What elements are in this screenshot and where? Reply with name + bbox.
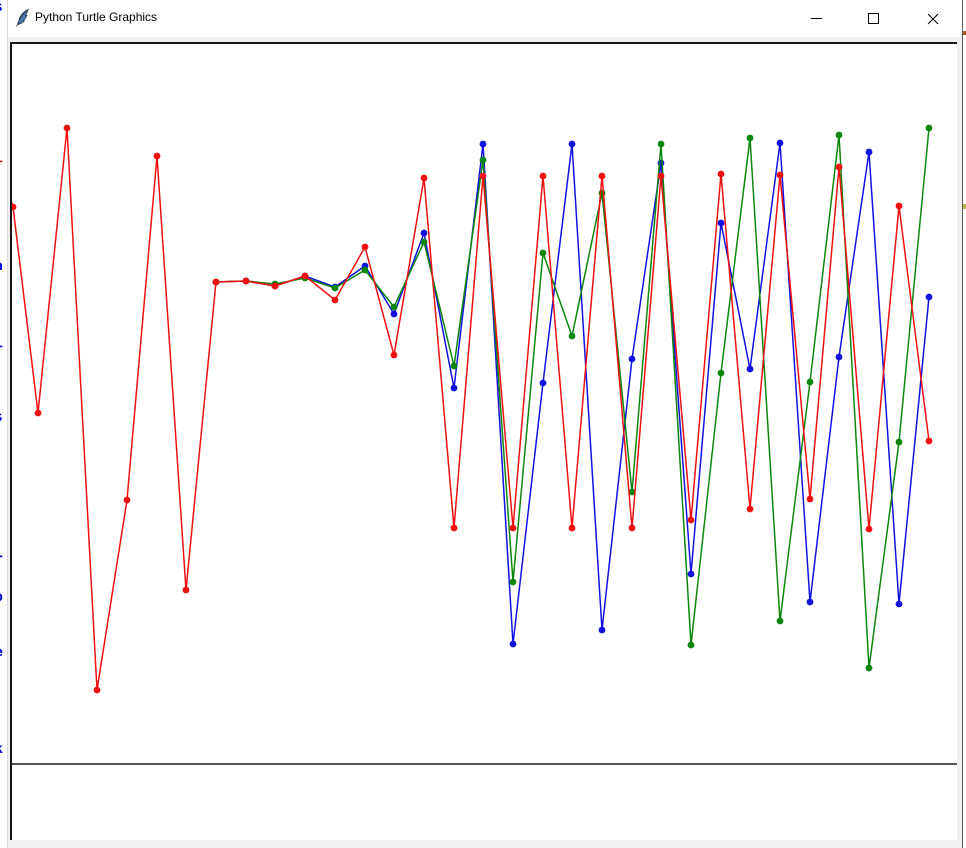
red-data-point: [807, 496, 814, 503]
red-data-point: [658, 173, 665, 180]
red-data-point: [362, 244, 369, 251]
blue-data-point: [540, 380, 547, 387]
red-data-point: [35, 410, 42, 417]
red-data-point: [272, 283, 279, 290]
green-data-point: [747, 135, 754, 142]
green-data-point: [866, 665, 873, 672]
title-bar[interactable]: Python Turtle Graphics: [7, 0, 962, 37]
clipped-text-fragment: e: [0, 646, 7, 659]
green-data-point: [688, 642, 695, 649]
clipped-text-fragment: p: [0, 591, 7, 604]
blue-data-point: [718, 220, 725, 227]
red-data-point: [688, 517, 695, 524]
red-data-point: [64, 125, 71, 132]
clipped-text-fragment: r: [0, 343, 7, 356]
blue-data-point: [451, 385, 458, 392]
blue-data-point: [896, 601, 903, 608]
blue-data-point: [391, 311, 398, 318]
red-data-point: [451, 525, 458, 532]
turtle-plot-svg: [12, 44, 957, 840]
blue-data-point: [747, 366, 754, 373]
green-data-point: [896, 439, 903, 446]
clipped-text-fragment: k: [0, 743, 7, 756]
red-data-point: [94, 687, 101, 694]
red-data-point: [747, 506, 754, 513]
red-data-point: [926, 438, 933, 445]
red-data-point: [510, 525, 517, 532]
turtle-graphics-window: Python Turtle Graphics: [7, 0, 963, 848]
blue-data-point: [688, 571, 695, 578]
red-data-point: [154, 153, 161, 160]
clipped-text-fragment: .: [0, 220, 7, 233]
red-data-point: [12, 204, 16, 211]
blue-data-point: [629, 356, 636, 363]
maximize-button[interactable]: [850, 0, 896, 37]
close-button[interactable]: [910, 0, 956, 37]
minimize-button[interactable]: [793, 0, 839, 37]
green-data-point: [836, 132, 843, 139]
green-data-point: [718, 370, 725, 377]
red-data-point: [866, 526, 873, 533]
red-data-point: [243, 278, 250, 285]
green-data-point: [510, 579, 517, 586]
red-data-point: [332, 297, 339, 304]
clipped-text-fragment: a: [0, 260, 7, 273]
blue-data-point: [807, 599, 814, 606]
clipped-text-fragment: s: [0, 411, 7, 424]
green-series-line: [216, 128, 929, 668]
blue-data-point: [569, 141, 576, 148]
blue-data-point: [836, 354, 843, 361]
green-data-point: [926, 125, 933, 132]
green-data-point: [569, 333, 576, 340]
red-data-point: [629, 525, 636, 532]
tk-feather-icon: [14, 8, 32, 28]
red-data-point: [896, 203, 903, 210]
blue-data-point: [866, 149, 873, 156]
blue-data-point: [777, 140, 784, 147]
background-window-left-sliver: s r. a r s r p e k: [0, 0, 8, 848]
minimize-icon: [811, 18, 822, 19]
red-data-point: [183, 587, 190, 594]
green-data-point: [540, 250, 547, 257]
green-data-point: [362, 267, 369, 274]
green-data-point: [332, 285, 339, 292]
green-data-point: [480, 157, 487, 164]
red-data-point: [421, 175, 428, 182]
red-data-point: [302, 273, 309, 280]
green-data-point: [391, 304, 398, 311]
blue-data-point: [421, 230, 428, 237]
blue-data-point: [480, 141, 487, 148]
close-icon: [927, 13, 939, 25]
red-data-point: [124, 497, 131, 504]
green-data-point: [658, 141, 665, 148]
maximize-icon: [868, 13, 879, 24]
green-data-point: [807, 379, 814, 386]
green-data-point: [451, 363, 458, 370]
blue-data-point: [510, 641, 517, 648]
clipped-text-fragment: r: [0, 158, 7, 171]
red-data-point: [213, 279, 220, 286]
red-data-point: [777, 172, 784, 179]
blue-series-line: [216, 143, 929, 644]
red-data-point: [391, 352, 398, 359]
green-data-point: [421, 239, 428, 246]
red-series-line: [12, 128, 929, 690]
blue-data-point: [926, 294, 933, 301]
window-title: Python Turtle Graphics: [35, 10, 157, 24]
red-data-point: [480, 173, 487, 180]
red-data-point: [569, 525, 576, 532]
green-data-point: [777, 618, 784, 625]
red-data-point: [599, 173, 606, 180]
red-data-point: [718, 171, 725, 178]
clipped-text-fragment: r: [0, 553, 7, 566]
red-data-point: [836, 164, 843, 171]
blue-data-point: [599, 627, 606, 634]
turtle-canvas: [10, 42, 957, 840]
red-data-point: [540, 173, 547, 180]
window-bottom-border: [7, 840, 962, 848]
clipped-text-fragment: s: [0, 1, 7, 14]
